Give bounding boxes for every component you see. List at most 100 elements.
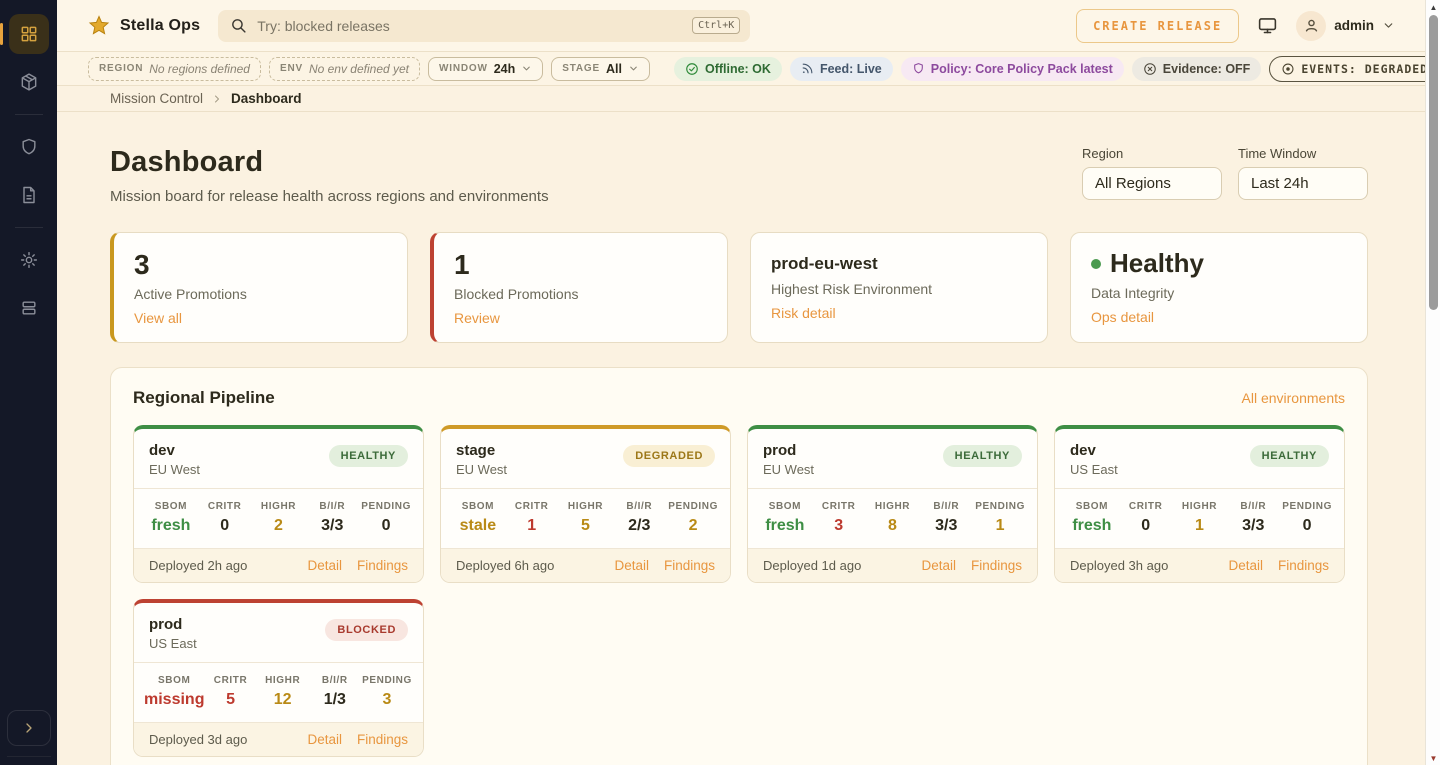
events-status-badge[interactable]: EVENTS: DEGRADED	[1269, 56, 1440, 82]
risk-detail-link[interactable]: Risk detail	[771, 305, 1027, 321]
feed-status-badge[interactable]: Feed: Live	[790, 57, 893, 81]
app-brand[interactable]: Stella Ops	[87, 14, 200, 38]
findings-link[interactable]: Findings	[357, 558, 408, 573]
stage-filter[interactable]: STAGE All	[551, 57, 650, 81]
sbom-label: SBOM	[144, 675, 204, 686]
card-footer: Deployed 6h ago DetailFindings	[441, 548, 730, 582]
breadcrumb-mission-control[interactable]: Mission Control	[110, 91, 203, 106]
user-menu[interactable]: admin	[1296, 11, 1395, 41]
blocked-promotions-value: 1	[454, 250, 707, 279]
offline-status-label: Offline: OK	[705, 62, 771, 76]
vertical-scrollbar[interactable]: ▲ ▼	[1425, 0, 1440, 765]
detail-link[interactable]: Detail	[307, 558, 342, 573]
stats-row: 3 Active Promotions View all 1 Blocked P…	[110, 232, 1368, 343]
display-mode-button[interactable]	[1257, 15, 1278, 36]
pipeline-card-prod-eu-west: prod EU West HEALTHY SBOMfresh CRITR3 HI…	[747, 425, 1038, 583]
offline-status-badge[interactable]: Offline: OK	[674, 57, 782, 81]
bir-value: 3/3	[919, 517, 973, 535]
rss-icon	[801, 62, 814, 75]
circle-dot-icon	[1281, 62, 1295, 76]
gear-icon	[19, 250, 39, 270]
card-stats: SBOMmissing CRITR5 HIGHR12 B/I/R1/3 PEND…	[134, 662, 423, 722]
view-all-link[interactable]: View all	[134, 310, 387, 326]
critr-label: CRITR	[505, 501, 559, 512]
policy-status-badge[interactable]: Policy: Core Policy Pack latest	[901, 57, 1124, 81]
bir-label: B/I/R	[309, 675, 361, 686]
page-content: Dashboard Mission board for release heal…	[57, 112, 1425, 765]
pending-value: 2	[666, 517, 720, 535]
sbom-value: fresh	[758, 517, 812, 535]
detail-link[interactable]: Detail	[921, 558, 956, 573]
critr-label: CRITR	[1119, 501, 1173, 512]
app-root: Stella Ops Try: blocked releases Ctrl+K …	[0, 0, 1440, 765]
env-region: EU West	[456, 462, 507, 477]
region-select-group: Region All Regions	[1082, 146, 1222, 200]
page-header: Dashboard Mission board for release heal…	[110, 146, 1368, 205]
scrollbar-thumb[interactable]	[1429, 15, 1438, 310]
x-circle-icon	[1143, 62, 1157, 76]
findings-link[interactable]: Findings	[664, 558, 715, 573]
scroll-up-icon[interactable]: ▲	[1426, 3, 1440, 12]
shield-icon	[19, 137, 39, 157]
findings-link[interactable]: Findings	[1278, 558, 1329, 573]
document-icon	[19, 185, 39, 205]
shortcut-badge: Ctrl+K	[692, 17, 740, 34]
env-name: prod	[149, 616, 197, 633]
sidebar-item-dashboard[interactable]	[9, 14, 49, 54]
sidebar-bottom	[0, 710, 57, 757]
chevron-down-icon	[1382, 19, 1395, 32]
pending-value: 0	[1280, 517, 1334, 535]
sbom-value: missing	[144, 691, 204, 709]
pipeline-card-stage-eu-west: stage EU West DEGRADED SBOMstale CRITR1 …	[440, 425, 731, 583]
main-area: Stella Ops Try: blocked releases Ctrl+K …	[57, 0, 1425, 765]
region-select[interactable]: All Regions	[1082, 167, 1222, 200]
sbom-value: stale	[451, 517, 505, 535]
all-environments-link[interactable]: All environments	[1242, 390, 1346, 406]
sidebar	[0, 0, 57, 765]
sidebar-item-documents[interactable]	[9, 175, 49, 215]
scroll-down-icon[interactable]: ▼	[1426, 754, 1440, 763]
sidebar-divider	[15, 114, 43, 115]
status-badge: DEGRADED	[623, 445, 715, 467]
detail-link[interactable]: Detail	[307, 732, 342, 747]
health-dot-icon	[1091, 259, 1101, 269]
env-filter[interactable]: ENV No env defined yet	[269, 57, 420, 81]
evidence-status-badge[interactable]: Evidence: OFF	[1132, 57, 1262, 81]
sidebar-item-releases[interactable]	[9, 62, 49, 102]
critr-value: 0	[1119, 517, 1173, 535]
create-release-button[interactable]: CREATE RELEASE	[1076, 9, 1239, 43]
star-logo-icon	[87, 14, 111, 38]
search-input[interactable]: Try: blocked releases Ctrl+K	[218, 10, 750, 42]
bir-label: B/I/R	[305, 501, 359, 512]
window-filter[interactable]: WINDOW 24h	[428, 57, 543, 81]
critr-value: 5	[204, 691, 256, 709]
status-badge: HEALTHY	[943, 445, 1022, 467]
card-stats: SBOMfresh CRITR0 HIGHR2 B/I/R3/3 PENDING…	[134, 488, 423, 548]
sidebar-item-security[interactable]	[9, 127, 49, 167]
highest-risk-label: Highest Risk Environment	[771, 281, 1027, 297]
regional-pipeline-panel: Regional Pipeline All environments dev E…	[110, 367, 1368, 765]
time-window-select[interactable]: Last 24h	[1238, 167, 1368, 200]
window-filter-label: WINDOW	[439, 63, 488, 74]
detail-link[interactable]: Detail	[1228, 558, 1263, 573]
sbom-value: fresh	[1065, 517, 1119, 535]
status-badge: HEALTHY	[329, 445, 408, 467]
findings-link[interactable]: Findings	[971, 558, 1022, 573]
detail-link[interactable]: Detail	[614, 558, 649, 573]
sidebar-item-settings[interactable]	[9, 240, 49, 280]
region-filter-label: REGION	[99, 63, 143, 74]
ops-detail-link[interactable]: Ops detail	[1091, 309, 1347, 325]
findings-link[interactable]: Findings	[357, 732, 408, 747]
sbom-label: SBOM	[144, 501, 198, 512]
review-link[interactable]: Review	[454, 310, 707, 326]
pending-value: 3	[361, 691, 413, 709]
sidebar-item-infrastructure[interactable]	[9, 288, 49, 328]
pending-value: 1	[973, 517, 1027, 535]
sbom-label: SBOM	[1065, 501, 1119, 512]
bir-value: 3/3	[305, 517, 359, 535]
breadcrumb: Mission Control Dashboard	[57, 86, 1425, 112]
avatar	[1296, 11, 1326, 41]
region-filter[interactable]: REGION No regions defined	[88, 57, 261, 81]
sidebar-expand-button[interactable]	[7, 710, 51, 746]
card-footer: Deployed 1d ago DetailFindings	[748, 548, 1037, 582]
